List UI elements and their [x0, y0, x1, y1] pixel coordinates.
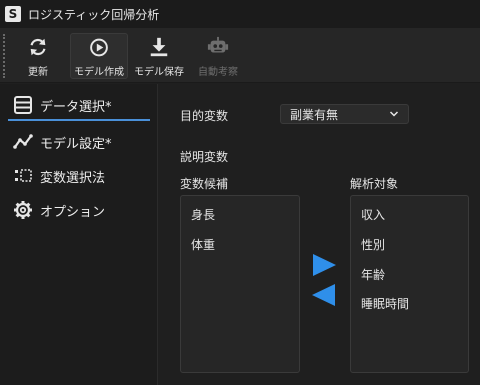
- download-icon: [150, 37, 168, 57]
- create-model-button[interactable]: モデル作成: [70, 33, 128, 79]
- list-item[interactable]: 年齢: [361, 266, 385, 283]
- candidate-variables-list[interactable]: 身長 体重: [180, 195, 300, 373]
- refresh-button-label: 更新: [28, 67, 48, 78]
- toolbar: 更新 モデル作成 モデル保存 自動考察: [0, 28, 480, 83]
- robot-icon: [207, 36, 229, 53]
- save-model-button-label: モデル保存: [134, 67, 184, 78]
- sidebar-item-label: オプション: [40, 204, 106, 220]
- selected-variables-list[interactable]: 収入 性別 年齢 睡眠時間: [350, 195, 469, 373]
- sidebar-item-label: モデル設定*: [40, 136, 112, 152]
- add-variable-arrow-button[interactable]: [310, 252, 338, 278]
- list-item[interactable]: 身長: [191, 206, 215, 223]
- sidebar-item-variable-selection-method[interactable]: 変数選択法: [8, 161, 150, 191]
- sidebar-item-label: 変数選択法: [40, 170, 106, 186]
- play-circle-icon: [90, 38, 108, 57]
- list-item[interactable]: 性別: [361, 236, 385, 253]
- sidebar-item-label: データ選択*: [40, 99, 112, 115]
- sidebar-item-data-selection[interactable]: データ選択*: [8, 91, 150, 121]
- explanatory-variables-label: 説明変数: [180, 150, 229, 164]
- target-variable-label: 目的変数: [180, 109, 229, 123]
- selected-label: 解析対象: [350, 177, 399, 191]
- toolbar-grip[interactable]: [3, 34, 5, 78]
- list-item[interactable]: 睡眠時間: [361, 295, 409, 312]
- selection-list-icon: [15, 169, 32, 182]
- candidates-label: 変数候補: [180, 177, 229, 191]
- remove-variable-arrow-button[interactable]: [310, 282, 338, 308]
- title-bar: S ロジスティック回帰分析: [0, 0, 480, 28]
- gear-icon: [14, 201, 32, 219]
- line-chart-icon: [13, 134, 33, 149]
- sidebar-item-model-settings[interactable]: モデル設定*: [8, 127, 150, 157]
- create-model-button-label: モデル作成: [74, 67, 124, 78]
- app-icon: S: [5, 6, 21, 22]
- target-variable-value: 副業有無: [290, 107, 339, 122]
- table-icon: [14, 96, 32, 114]
- auto-analysis-button-label: 自動考察: [198, 67, 238, 78]
- chevron-down-icon: [389, 111, 399, 117]
- list-item[interactable]: 収入: [361, 206, 385, 223]
- sidebar-item-options[interactable]: オプション: [8, 195, 150, 225]
- sidebar: データ選択* モデル設定* 変数選択法 オプション: [0, 84, 158, 385]
- refresh-button[interactable]: 更新: [16, 33, 60, 79]
- window-title: ロジスティック回帰分析: [28, 7, 160, 22]
- auto-analysis-button[interactable]: 自動考察: [192, 33, 244, 79]
- refresh-icon: [30, 38, 46, 56]
- list-item[interactable]: 体重: [191, 236, 215, 253]
- main-panel: 目的変数 副業有無 説明変数 変数候補 解析対象 身長 体重 収入 性別 年齢 …: [159, 84, 480, 385]
- save-model-button[interactable]: モデル保存: [132, 33, 186, 79]
- target-variable-select[interactable]: 副業有無: [280, 104, 409, 124]
